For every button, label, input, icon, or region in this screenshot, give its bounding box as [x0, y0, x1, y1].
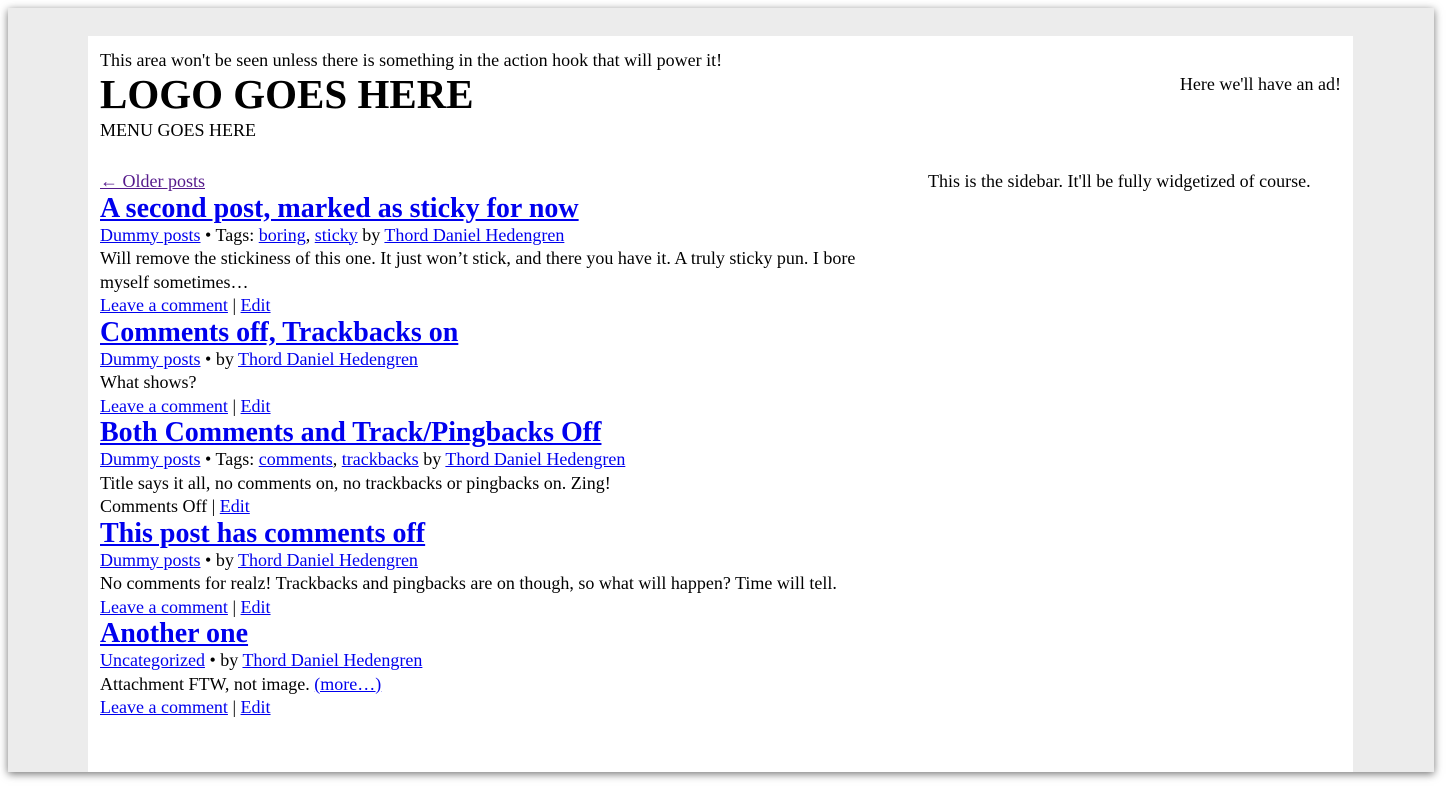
post-meta: Dummy posts • by Thord Daniel Hedengren [100, 348, 908, 372]
post-meta: Dummy posts • Tags: boring, sticky by Th… [100, 224, 908, 248]
separator: | [207, 496, 220, 516]
by-text: by [418, 449, 446, 469]
post: A second post, marked as sticky for now … [100, 193, 908, 318]
post-excerpt: Attachment FTW, not image. (more…) [100, 673, 908, 697]
author-link[interactable]: Thord Daniel Hedengren [445, 449, 625, 469]
post-excerpt: No comments for realz! Trackbacks and pi… [100, 573, 837, 593]
leave-comment-link[interactable]: Leave a comment [100, 697, 228, 717]
tag-link[interactable]: comments [259, 449, 333, 469]
separator: | [227, 596, 241, 617]
category-link[interactable]: Dummy posts [100, 550, 201, 570]
leave-comment-link[interactable]: Leave a comment [100, 396, 228, 416]
site-menu: MENU GOES HERE [100, 120, 256, 140]
excerpt-text: Attachment FTW, not image. [100, 673, 315, 694]
browser-window: This area won't be seen unless there is … [8, 8, 1434, 772]
edit-link[interactable]: Edit [241, 597, 271, 617]
read-more-link[interactable]: (more…) [314, 674, 381, 694]
leave-comment-link[interactable]: Leave a comment [100, 295, 228, 315]
tag-link[interactable]: trackbacks [342, 449, 419, 469]
author-link[interactable]: Thord Daniel Hedengren [238, 550, 418, 570]
post-actions: Leave a comment | Edit [100, 596, 908, 620]
post-excerpt: Title says it all, no comments on, no tr… [100, 472, 611, 493]
category-link[interactable]: Dummy posts [100, 225, 201, 245]
by-text: by [357, 224, 385, 245]
tag-link[interactable]: sticky [315, 225, 358, 245]
edit-link[interactable]: Edit [220, 496, 250, 516]
header-hook-notice: This area won't be seen unless there is … [100, 50, 723, 70]
tags-prefix: • Tags: [200, 224, 259, 245]
author-link[interactable]: Thord Daniel Hedengren [242, 650, 422, 670]
site-logo: LOGO GOES HERE [100, 71, 474, 117]
tags-prefix: • Tags: [200, 449, 259, 469]
edit-link[interactable]: Edit [241, 396, 271, 416]
edit-link[interactable]: Edit [241, 697, 271, 717]
separator: , [332, 449, 342, 469]
post-meta: Dummy posts • Tags: comments, trackbacks… [100, 448, 908, 472]
post-actions: Leave a comment | Edit [100, 696, 908, 720]
post: Both Comments and Track/Pingbacks Off Du… [100, 418, 908, 519]
post-actions: Leave a comment | Edit [100, 294, 908, 318]
older-posts-link[interactable]: ← Older posts [100, 170, 908, 194]
separator: | [227, 295, 241, 315]
post-title: Another one [100, 619, 908, 649]
post-title: This post has comments off [100, 518, 908, 549]
post-excerpt: What shows? [100, 372, 197, 392]
author-link[interactable]: Thord Daniel Hedengren [384, 225, 564, 245]
post-actions: Comments Off | Edit [100, 495, 908, 519]
post-title-link[interactable]: Both Comments and Track/Pingbacks Off [100, 417, 601, 448]
post-actions: Leave a comment | Edit [100, 395, 908, 419]
post-excerpt: Will remove the stickiness of this one. … [100, 248, 856, 292]
by-text: • by [200, 549, 238, 570]
page-container: This area won't be seen unless there is … [88, 36, 1353, 772]
post: Another one Uncategorized • by Thord Dan… [100, 619, 908, 720]
post-meta: Uncategorized • by Thord Daniel Hedengre… [100, 649, 908, 673]
category-link[interactable]: Dummy posts [100, 349, 201, 369]
by-text: • by [200, 348, 238, 369]
post-title: Comments off, Trackbacks on [100, 317, 908, 348]
post: This post has comments off Dummy posts •… [100, 518, 908, 620]
category-link[interactable]: Dummy posts [100, 449, 201, 469]
category-link[interactable]: Uncategorized [100, 650, 205, 670]
leave-comment-link[interactable]: Leave a comment [100, 597, 228, 617]
post-title: A second post, marked as sticky for now [100, 193, 908, 224]
edit-link[interactable]: Edit [241, 295, 271, 315]
post-meta: Dummy posts • by Thord Daniel Hedengren [100, 549, 908, 573]
post-title-link[interactable]: Comments off, Trackbacks on [100, 317, 458, 348]
separator: , [305, 224, 315, 245]
post-title-link[interactable]: Another one [100, 618, 248, 649]
tag-link[interactable]: boring [259, 225, 306, 245]
post: Comments off, Trackbacks on Dummy posts … [100, 317, 908, 419]
by-text: • by [204, 650, 243, 670]
separator: | [227, 697, 241, 717]
comments-off-label: Comments Off [100, 496, 208, 516]
post-title-link[interactable]: This post has comments off [100, 518, 425, 549]
header-ad: Here we'll have an ad! [1179, 74, 1341, 94]
separator: | [227, 395, 241, 416]
main-content: ← Older posts A second post, marked as s… [100, 170, 908, 720]
post-title-link[interactable]: A second post, marked as sticky for now [100, 193, 579, 224]
post-title: Both Comments and Track/Pingbacks Off [100, 418, 908, 448]
sidebar: This is the sidebar. It'll be fully widg… [928, 171, 1311, 191]
author-link[interactable]: Thord Daniel Hedengren [238, 349, 418, 369]
